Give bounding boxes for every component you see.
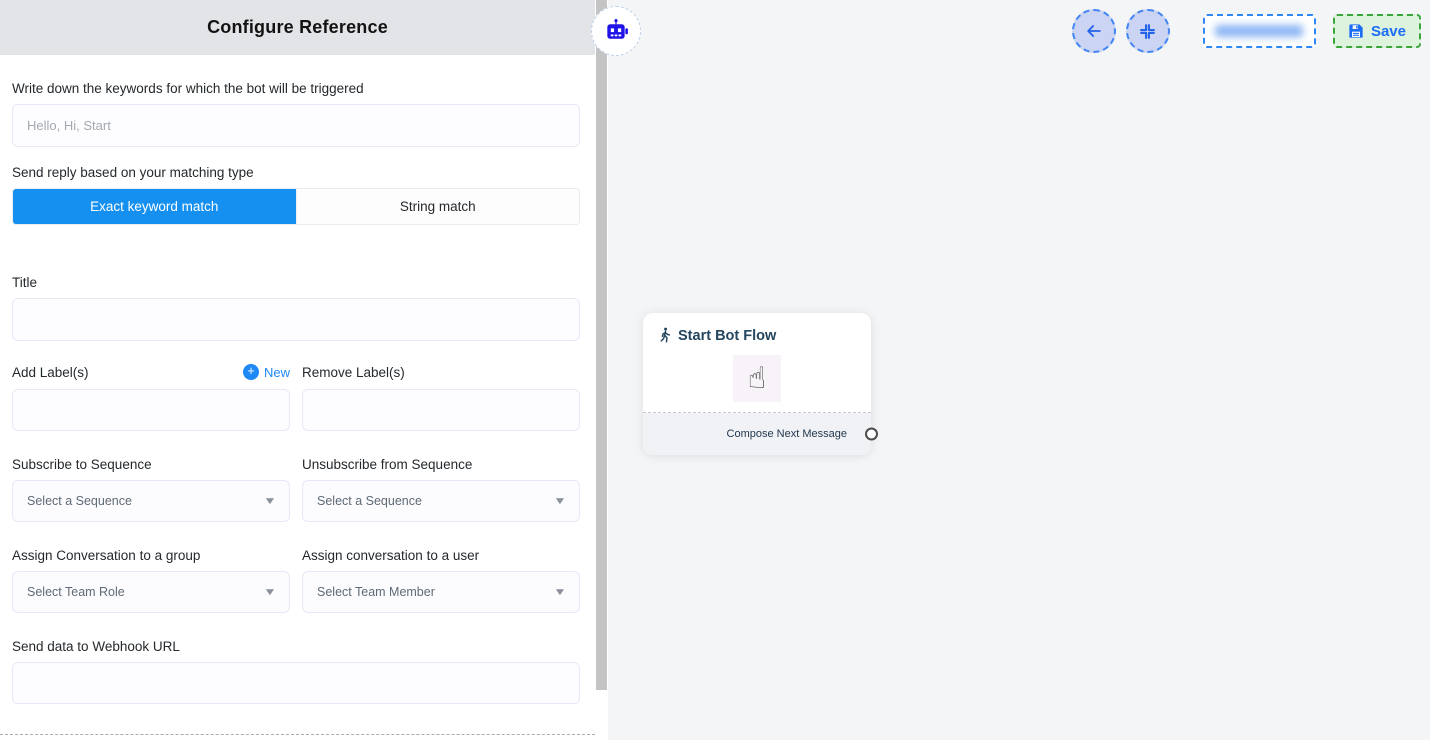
fit-view-button[interactable] [1126, 9, 1170, 53]
compose-next-message-label: Compose Next Message [727, 428, 847, 440]
unsubscribe-sequence-select[interactable]: Select a Sequence ▼ [302, 480, 580, 522]
chevron-down-icon: ▼ [263, 587, 277, 598]
add-labels-input[interactable] [12, 389, 290, 431]
subscribe-sequence-label: Subscribe to Sequence [12, 457, 290, 472]
robot-icon [603, 18, 629, 44]
compress-icon [1139, 23, 1156, 40]
bot-avatar [591, 6, 641, 56]
panel-title: Configure Reference [207, 17, 388, 38]
hand-cursor-icon: ☝ [748, 361, 766, 396]
plus-icon: + [243, 364, 259, 380]
chevron-down-icon: ▼ [553, 587, 567, 598]
panel-scrollbar[interactable] [595, 0, 608, 740]
save-button-label: Save [1371, 23, 1406, 40]
matching-type-label: Send reply based on your matching type [12, 165, 580, 180]
node-body: Start Bot Flow ☝ [643, 313, 871, 413]
node-title-text: Start Bot Flow [678, 328, 776, 344]
save-icon [1348, 23, 1364, 39]
new-label-button-text: New [264, 365, 290, 380]
assign-group-label: Assign Conversation to a group [12, 548, 290, 563]
add-labels-label: Add Label(s) [12, 365, 89, 380]
unsubscribe-sequence-label: Unsubscribe from Sequence [302, 457, 580, 472]
arrow-left-icon [1084, 21, 1104, 41]
cursor-pointer-graphic: ☝ [733, 355, 781, 402]
new-label-button[interactable]: + New [243, 364, 290, 380]
blurred-action-button[interactable] [1203, 14, 1316, 48]
tab-string-match[interactable]: String match [296, 189, 580, 224]
remove-labels-input[interactable] [302, 389, 580, 431]
node-output-handle[interactable] [865, 428, 878, 441]
start-bot-flow-node[interactable]: Start Bot Flow ☝ Compose Next Message [643, 313, 871, 455]
assign-user-select[interactable]: Select Team Member ▼ [302, 571, 580, 613]
scrollbar-thumb[interactable] [596, 0, 607, 690]
chevron-down-icon: ▼ [553, 496, 567, 507]
webhook-url-label: Send data to Webhook URL [12, 639, 580, 654]
subscribe-sequence-value: Select a Sequence [27, 494, 132, 508]
subscribe-sequence-select[interactable]: Select a Sequence ▼ [12, 480, 290, 522]
chevron-down-icon: ▼ [263, 496, 277, 507]
configure-reference-panel: Configure Reference Write down the keywo… [0, 0, 595, 740]
redacted-text [1215, 25, 1303, 37]
assign-group-select[interactable]: Select Team Role ▼ [12, 571, 290, 613]
keywords-label: Write down the keywords for which the bo… [12, 81, 580, 96]
bot-flow-builder-app: Configure Reference Write down the keywo… [0, 0, 1430, 740]
matching-type-tabs: Exact keyword match String match [12, 188, 580, 225]
panel-body: Write down the keywords for which the bo… [0, 55, 595, 704]
remove-labels-label: Remove Label(s) [302, 365, 405, 380]
tab-exact-keyword-match[interactable]: Exact keyword match [13, 189, 296, 224]
keywords-input[interactable] [12, 104, 580, 147]
canvas-toolbar: Save [1072, 9, 1421, 53]
title-label: Title [12, 275, 580, 290]
panel-bottom-divider [0, 734, 595, 735]
title-input[interactable] [12, 298, 580, 341]
back-button[interactable] [1072, 9, 1116, 53]
assign-group-value: Select Team Role [27, 585, 125, 599]
assign-user-label: Assign conversation to a user [302, 548, 580, 563]
save-button[interactable]: Save [1333, 14, 1421, 48]
node-footer: Compose Next Message [643, 413, 871, 455]
walking-person-icon [658, 327, 672, 344]
unsubscribe-sequence-value: Select a Sequence [317, 494, 422, 508]
webhook-url-input[interactable] [12, 662, 580, 704]
panel-header: Configure Reference [0, 0, 595, 55]
assign-user-value: Select Team Member [317, 585, 435, 599]
